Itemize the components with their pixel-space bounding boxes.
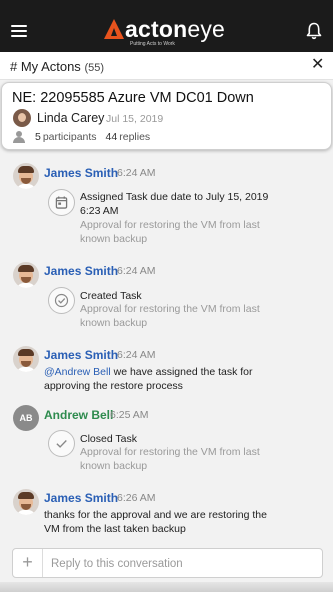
sender-name[interactable]: James Smith: [44, 348, 118, 362]
task-title: Created Task: [80, 290, 142, 302]
logo-tagline: Putting Acts to Work: [130, 41, 175, 47]
message-text: thanks for the approval and we are resto…: [44, 509, 267, 535]
calendar-icon: [48, 189, 75, 216]
sender-avatar[interactable]: [13, 262, 39, 288]
conversation-meta: 5 participants 44 replies: [13, 131, 159, 143]
task-subtitle[interactable]: Approval for restoring the VM from last …: [80, 445, 285, 473]
participants-count: 5: [35, 131, 41, 143]
sender-name[interactable]: James Smith: [44, 264, 118, 278]
task-subtitle[interactable]: Approval for restoring the VM from last …: [80, 218, 285, 246]
user-mention[interactable]: @Andrew Bell: [44, 366, 111, 378]
author-avatar: [13, 109, 31, 127]
reply-input[interactable]: [51, 555, 311, 573]
task-title: Closed Task: [80, 433, 138, 445]
participants-label[interactable]: participants: [43, 131, 97, 143]
conversation-date: Jul 15, 2019: [106, 113, 164, 125]
actons-count: (55): [84, 62, 104, 74]
conversation-card[interactable]: NE: 22095585 Azure VM DC01 Down Linda Ca…: [1, 82, 332, 150]
add-attachment-button[interactable]: +: [13, 549, 43, 577]
sender-avatar[interactable]: [13, 346, 39, 372]
close-icon[interactable]: ✕: [311, 57, 324, 73]
sender-avatar[interactable]: AB: [13, 405, 39, 431]
sender-avatar[interactable]: [13, 163, 39, 189]
task-title: Assigned Task due date to July 15, 2019 …: [80, 191, 269, 217]
sender-name[interactable]: James Smith: [44, 491, 118, 505]
logo-text: actoneye: [125, 16, 226, 42]
task-subtitle[interactable]: Approval for restoring the VM from last …: [80, 302, 285, 330]
app-header: actoneye Putting Acts to Work: [0, 0, 333, 52]
check-icon: [48, 430, 75, 457]
message-time: 6:26 AM: [117, 492, 156, 504]
reply-bar: +: [12, 548, 323, 578]
replies-label: replies: [119, 131, 151, 143]
message-time: 6:24 AM: [117, 349, 156, 361]
bottom-edge: [0, 582, 333, 592]
hamburger-menu-icon[interactable]: [11, 25, 27, 37]
logo-triangle-icon: [104, 19, 124, 39]
author-name: Linda Carey: [37, 111, 105, 125]
check-circle-icon: [48, 287, 75, 314]
sender-avatar[interactable]: [13, 489, 39, 515]
message-time: 6:25 AM: [110, 409, 149, 421]
sender-name[interactable]: Andrew Bell: [44, 408, 113, 422]
my-actons-bar: # My Actons (55) ✕: [0, 52, 333, 80]
message-text: @Andrew Bell we have assigned the task f…: [44, 366, 253, 392]
acton-eye-logo: actoneye Putting Acts to Work: [104, 17, 225, 47]
my-actons-title[interactable]: # My Actons (55): [10, 59, 104, 74]
replies-count: 44: [105, 131, 118, 143]
sender-name[interactable]: James Smith: [44, 166, 118, 180]
message-time: 6:24 AM: [117, 265, 156, 277]
bell-icon[interactable]: [306, 22, 322, 40]
message-time: 6:24 AM: [117, 167, 156, 179]
person-icon: [13, 131, 25, 143]
conversation-title: NE: 22095585 Azure VM DC01 Down: [12, 90, 254, 106]
